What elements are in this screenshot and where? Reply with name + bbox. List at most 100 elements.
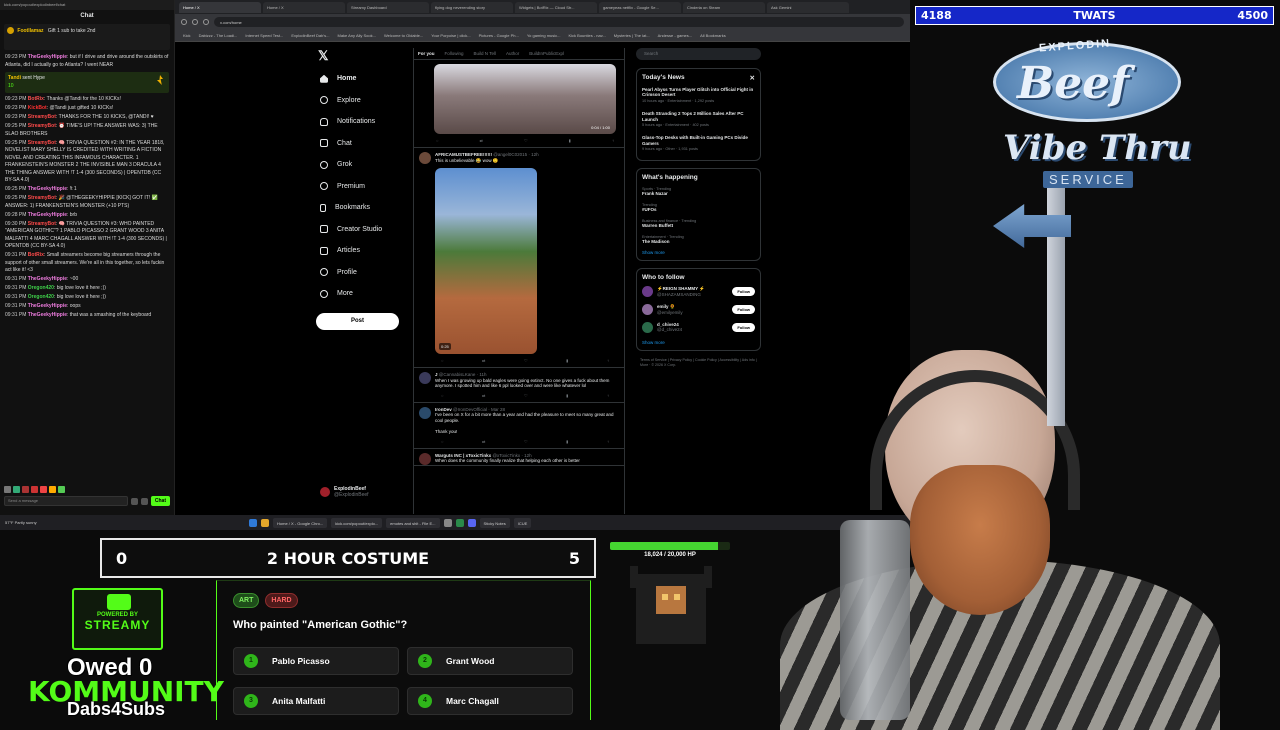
bookmark-item[interactable]: Welcome to Oldable... <box>384 33 423 38</box>
news-item[interactable]: Glass-Top Desks with Built-in Gaming PCs… <box>642 135 755 152</box>
mod-icon[interactable] <box>31 486 38 493</box>
feed-tab[interactable]: BuildInPublicExpl <box>529 51 564 56</box>
like-icon[interactable]: ♡ <box>524 138 528 143</box>
message-user[interactable]: StreamyBot <box>28 221 56 227</box>
post[interactable]: IronDev @IronDevOfficial · Mar 28 I've b… <box>414 403 624 449</box>
browser-tab[interactable]: Widgets | BotRix — Cloud Str... <box>515 1 597 13</box>
nav-more[interactable]: More <box>312 283 412 305</box>
message-user[interactable]: StreamyBot <box>28 114 56 120</box>
message-user[interactable]: TheGeekyHippie <box>28 54 67 60</box>
repost-icon[interactable]: ⇄ <box>482 358 485 363</box>
mod-icon[interactable] <box>4 486 11 493</box>
bookmark-item[interactable]: Kick <box>183 33 191 38</box>
chat-send-button[interactable]: Chat <box>150 496 170 506</box>
views-icon[interactable]: ▮ <box>566 439 568 444</box>
forward-icon[interactable] <box>192 19 198 25</box>
bookmark-item[interactable]: All Bookmarks <box>700 33 726 38</box>
nav-bookmarks[interactable]: Bookmarks <box>312 197 412 219</box>
mod-icon[interactable] <box>22 486 29 493</box>
nav-home[interactable]: Home <box>312 68 412 90</box>
follow-suggestion[interactable]: emily 🌻 @emilyemily Follow <box>642 303 755 315</box>
weather-widget[interactable]: 57°F Partly sunny <box>5 520 45 525</box>
bookmark-item[interactable]: Your Porpoise | click... <box>431 33 470 38</box>
chat-input[interactable]: Send a message <box>4 496 128 506</box>
taskbar-app[interactable]: Home / X - Google Chro... <box>273 517 328 528</box>
post-author[interactable]: Warguts INC | xToxicTinkx <box>435 453 491 458</box>
browser-tab[interactable]: Ask Gemini <box>767 1 849 13</box>
url-input[interactable]: x.com/home <box>214 17 904 27</box>
nav-creator-studio[interactable]: Creator Studio <box>312 219 412 241</box>
share-icon[interactable]: ↑ <box>607 393 609 398</box>
chrome-icon[interactable] <box>261 518 269 527</box>
repost-icon[interactable]: ⇄ <box>482 439 485 444</box>
message-user[interactable]: TheGeekyHippie <box>28 186 67 192</box>
message-user[interactable]: KickBot <box>28 105 47 111</box>
nav-explore[interactable]: Explore <box>312 90 412 112</box>
reply-icon[interactable]: ◌ <box>436 138 438 143</box>
bookmark-item[interactable]: Mysteries | The lat... <box>614 33 650 38</box>
message-user[interactable]: TheGeekyHippie <box>28 212 67 218</box>
bookmark-item[interactable]: Pictures - Google Ph... <box>479 33 519 38</box>
message-user[interactable]: TheGeekyHippie <box>28 303 67 309</box>
views-icon[interactable]: ▮ <box>566 393 568 398</box>
taskbar-app[interactable]: Sticky Notes <box>479 517 510 528</box>
bookmark-item[interactable]: Dabizzz - The Loadi... <box>199 33 238 38</box>
follow-button[interactable]: Follow <box>732 304 755 314</box>
post[interactable]: Warguts INC | xToxicTinkx @xToxicTinkx ·… <box>414 449 624 466</box>
nav-chat[interactable]: Chat <box>312 133 412 155</box>
browser-tab[interactable]: Cinderia on Steam <box>683 1 765 13</box>
views-icon[interactable]: ▮ <box>566 358 568 363</box>
trend-item[interactable]: Entertainment · Trending The Madison <box>642 234 755 244</box>
avatar[interactable] <box>642 285 653 297</box>
gear-icon[interactable] <box>140 497 148 505</box>
bookmark-item[interactable]: Internet Speed Test... <box>245 33 283 38</box>
post-button[interactable]: Post <box>316 312 399 330</box>
nav-notifications[interactable]: Notifications <box>312 111 412 133</box>
repost-icon[interactable]: ⇄ <box>480 138 483 143</box>
avatar[interactable] <box>419 152 431 164</box>
avatar[interactable] <box>642 303 653 315</box>
xbox-icon[interactable] <box>455 518 464 527</box>
message-user[interactable]: Oregon420 <box>28 294 54 300</box>
bookmark-item[interactable]: ExplodinBeef Dab's... <box>291 33 329 38</box>
message-user[interactable]: StreamyBot <box>28 195 56 201</box>
reply-icon[interactable]: ◌ <box>441 393 443 398</box>
browser-tab[interactable]: flying dog neverending story <box>431 1 513 13</box>
pinned-message[interactable]: Footllamaz Gift 1 sub to take 2nd <box>4 24 170 50</box>
message-user[interactable]: TheGeekyHippie <box>28 276 67 282</box>
news-item[interactable]: Pearl Abyss Turns Player Glitch into Off… <box>642 87 755 104</box>
like-icon[interactable]: ♡ <box>524 358 528 363</box>
message-user[interactable]: BotRix <box>28 252 44 258</box>
reply-icon[interactable]: ◌ <box>441 358 443 363</box>
close-icon[interactable]: ✕ <box>750 74 755 82</box>
like-icon[interactable]: ♡ <box>524 439 528 444</box>
message-user[interactable]: Oregon420 <box>28 285 54 291</box>
nav-premium[interactable]: Premium <box>312 176 412 198</box>
message-user[interactable]: StreamyBot <box>28 123 56 129</box>
avatar[interactable] <box>419 452 431 465</box>
back-icon[interactable] <box>181 19 187 25</box>
trend-item[interactable]: Sports · Trending Frank Nazar <box>642 186 755 196</box>
nav-grok[interactable]: Grok <box>312 154 412 176</box>
avatar[interactable] <box>419 372 431 384</box>
bookmark-item[interactable]: Make Any Ally Sook... <box>337 33 375 38</box>
nav-profile[interactable]: Profile <box>312 262 412 284</box>
news-item[interactable]: Death Stranding 2 Tops 2 Million Sales A… <box>642 111 755 128</box>
repost-icon[interactable]: ⇄ <box>482 393 485 398</box>
views-icon[interactable]: ▮ <box>569 138 571 143</box>
post[interactable]: J @CannabisLKane · 11h When I was growin… <box>414 368 624 403</box>
browser-tab[interactable]: Home / X <box>263 1 345 13</box>
post-author[interactable]: J <box>435 372 438 377</box>
reply-icon[interactable]: ◌ <box>441 439 443 444</box>
taskbar-app[interactable]: ICUE <box>513 517 532 528</box>
show-more-link[interactable]: Show more <box>642 250 755 255</box>
post-media[interactable]: 0:25 <box>435 168 537 354</box>
feed-tab[interactable]: Following <box>445 51 464 56</box>
bookmark-item[interactable]: Kick Bounties - nav... <box>569 33 606 38</box>
reload-icon[interactable] <box>203 19 209 25</box>
browser-tab[interactable]: Home / X <box>179 1 261 13</box>
avatar[interactable] <box>419 406 431 419</box>
emote-icon[interactable] <box>130 497 138 505</box>
share-icon[interactable]: ↑ <box>612 138 614 143</box>
post-author[interactable]: IronDev <box>435 407 452 412</box>
